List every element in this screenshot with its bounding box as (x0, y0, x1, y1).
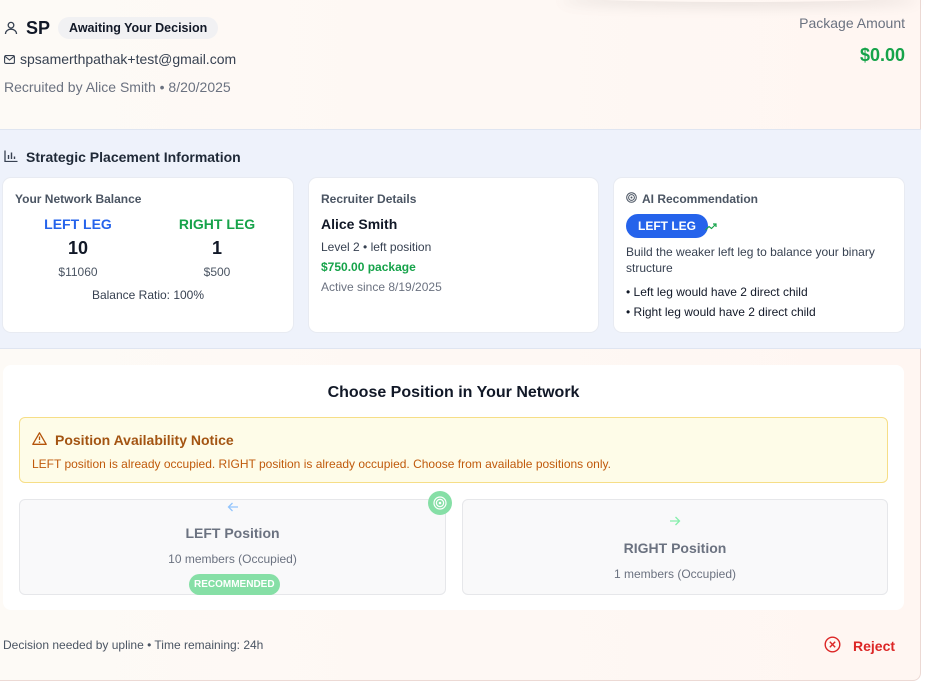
balance-ratio: Balance Ratio: 100% (91, 288, 205, 302)
notice-title: Position Availability Notice (55, 432, 234, 448)
right-leg-label: RIGHT LEG (178, 216, 256, 232)
ai-bullet-right: • Right leg would have 2 direct child (626, 305, 816, 319)
ai-bullet-left: • Left leg would have 2 direct child (626, 285, 808, 299)
applicant-header: SP Awaiting Your Decision (4, 17, 219, 39)
target-icon (626, 192, 637, 206)
right-position-label: RIGHT Position (623, 540, 727, 556)
network-balance-panel: Your Network Balance LEFT LEG 10 $11060 … (3, 178, 293, 332)
recruiter-details-title: Recruiter Details (321, 192, 417, 206)
right-leg-count: 1 (211, 238, 222, 258)
reject-label: Reject (853, 638, 896, 654)
ai-recommendation-title: AI Recommendation (626, 192, 758, 206)
recruited-by: Recruited by Alice Smith • 8/20/2025 (4, 79, 231, 95)
recruiter-active-since: Active since 8/19/2025 (321, 280, 442, 294)
arrow-left-icon (20, 500, 445, 518)
bar-chart-icon (4, 149, 18, 165)
left-position-option[interactable]: LEFT Position 10 members (Occupied) RECO… (19, 499, 446, 595)
strategic-placement-section: Strategic Placement Information Your Net… (0, 129, 921, 349)
recruiter-package: $750.00 package (321, 260, 416, 274)
applicant-email: spsamerthpathak+test@gmail.com (20, 51, 237, 67)
right-leg-amount: $500 (203, 265, 231, 279)
ai-recommendation-title-text: AI Recommendation (642, 192, 759, 206)
left-position-label: LEFT Position (185, 525, 280, 541)
user-icon (4, 21, 18, 35)
right-position-option[interactable]: RIGHT Position 1 members (Occupied) (462, 499, 888, 595)
warning-icon (32, 432, 47, 448)
choose-position-title: Choose Position in Your Network (327, 384, 580, 401)
notice-text: LEFT position is already occupied. RIGHT… (32, 457, 611, 471)
network-balance-title: Your Network Balance (15, 192, 142, 206)
strategic-title-text: Strategic Placement Information (26, 149, 241, 165)
package-amount-label: Package Amount (799, 15, 905, 31)
strategic-title: Strategic Placement Information (4, 149, 241, 165)
package-amount-value: $0.00 (859, 45, 905, 65)
ai-recommendation-text: Build the weaker left leg to balance you… (626, 245, 875, 275)
email-row: spsamerthpathak+test@gmail.com (4, 51, 236, 67)
reject-button[interactable]: Reject (824, 636, 895, 656)
availability-notice: Position Availability Notice LEFT positi… (19, 417, 888, 483)
right-leg-stat: RIGHT LEG 1 $500 (152, 216, 282, 279)
arrow-right-icon (463, 514, 887, 532)
recruiter-level: Level 2 • left position (321, 240, 432, 254)
left-leg-label: LEFT LEG (44, 216, 112, 232)
ai-recommended-leg-badge: LEFT LEG (626, 214, 708, 238)
recommended-target-icon (428, 491, 452, 515)
recommended-badge: RECOMMENDED (189, 574, 280, 595)
mail-icon (4, 51, 15, 67)
left-leg-stat: LEFT LEG 10 $11060 (13, 216, 143, 279)
left-leg-amount: $11060 (58, 265, 98, 279)
left-leg-count: 10 (67, 238, 89, 258)
choose-position-section: Choose Position in Your Network Position… (3, 365, 904, 610)
ai-recommendation-panel: AI Recommendation LEFT LEG Build the wea… (614, 178, 904, 332)
left-position-members: 10 members (Occupied) (168, 552, 297, 566)
recruiter-details-panel: Recruiter Details Alice Smith Level 2 • … (309, 178, 598, 332)
applicant-initials: SP (26, 17, 51, 38)
decision-deadline: Decision needed by upline • Time remaini… (3, 638, 264, 652)
trending-up-icon (705, 218, 717, 236)
right-position-members: 1 members (Occupied) (613, 567, 737, 581)
status-badge: Awaiting Your Decision (58, 17, 219, 39)
x-circle-icon (824, 636, 841, 656)
notice-header: Position Availability Notice (32, 432, 234, 448)
recruiter-name: Alice Smith (321, 216, 398, 232)
